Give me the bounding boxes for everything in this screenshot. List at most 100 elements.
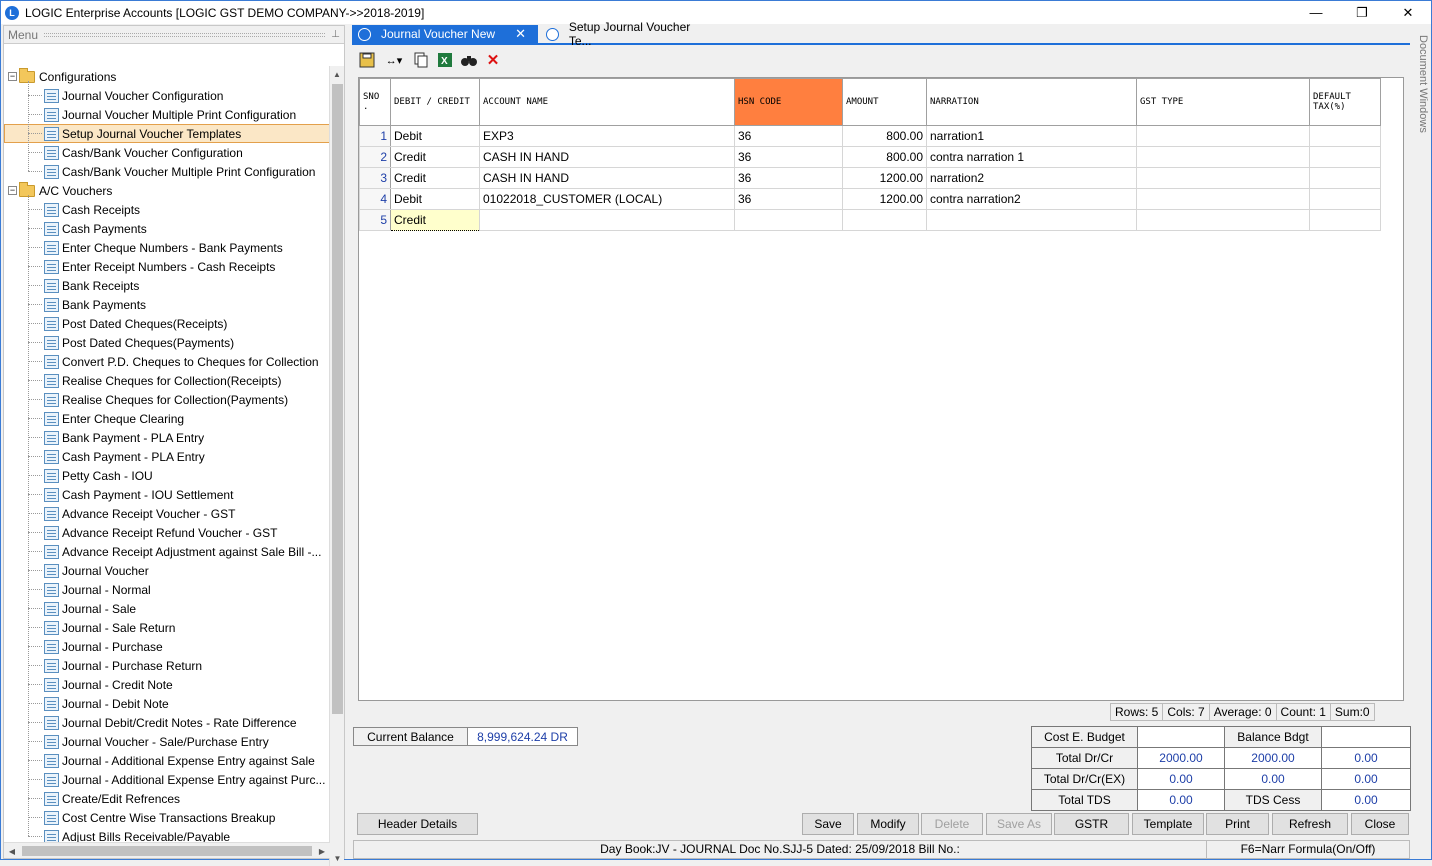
grid-row[interactable]: 4 Debit 01022018_CUSTOMER (LOCAL) 36 1200.00… — [359, 188, 1381, 210]
menu-item[interactable]: Journal Voucher Multiple Print Configura… — [44, 105, 296, 124]
col-header-amount[interactable]: AMOUNT — [842, 78, 927, 126]
header-details-button[interactable]: Header Details — [357, 813, 478, 835]
cell-narration[interactable] — [926, 209, 1137, 231]
cell-gst[interactable] — [1136, 188, 1310, 210]
find-icon[interactable] — [460, 51, 478, 69]
grid-row[interactable]: 2 Credit CASH IN HAND 36 800.00 contra narrat… — [359, 146, 1381, 168]
cell-dc[interactable]: Debit — [390, 125, 480, 147]
cell-dc[interactable]: Credit — [390, 167, 480, 189]
col-header-debit-credit[interactable]: DEBIT / CREDIT — [390, 78, 480, 126]
save-button[interactable]: Save — [802, 813, 854, 835]
menu-item[interactable]: Journal - Credit Note — [44, 675, 173, 694]
menu-item[interactable]: Journal - Sale Return — [44, 618, 175, 637]
cell-narration[interactable]: contra narration 1 — [926, 146, 1137, 168]
menu-item[interactable]: Post Dated Cheques(Receipts) — [44, 314, 227, 333]
menu-item[interactable]: Advance Receipt Voucher - GST — [44, 504, 235, 523]
save-as-button[interactable]: Save As — [986, 813, 1052, 835]
col-header-gst-type[interactable]: GST TYPE — [1136, 78, 1310, 126]
scroll-right-icon[interactable]: ▶ — [314, 843, 330, 859]
menu-item[interactable]: Cost Centre Wise Transactions Breakup — [44, 808, 275, 827]
menu-item[interactable]: Enter Cheque Clearing — [44, 409, 184, 428]
col-header-sno[interactable]: SNO . — [359, 78, 391, 126]
cell-hsn[interactable]: 36 — [734, 146, 843, 168]
menu-item[interactable]: Journal - Additional Expense Entry again… — [44, 770, 325, 789]
menu-item[interactable]: Journal - Purchase — [44, 637, 163, 656]
grid-row[interactable]: 1 Debit EXP3 36 800.00 narration1 — [359, 125, 1381, 147]
menu-item[interactable]: Post Dated Cheques(Payments) — [44, 333, 234, 352]
menu-item[interactable]: Bank Payment - PLA Entry — [44, 428, 204, 447]
cell-amount[interactable]: 800.00 — [842, 146, 927, 168]
print-button[interactable]: Print — [1206, 813, 1269, 835]
cell-amount[interactable]: 1200.00 — [842, 167, 927, 189]
menu-item[interactable]: Cash Payment - IOU Settlement — [44, 485, 233, 504]
cell-tax[interactable] — [1309, 209, 1381, 231]
menu-item[interactable]: Journal - Additional Expense Entry again… — [44, 751, 315, 770]
menu-item[interactable]: Journal Voucher — [44, 561, 149, 580]
column-resize-icon[interactable]: ↔▾ — [382, 51, 406, 69]
menu-item[interactable]: Bank Receipts — [44, 276, 139, 295]
close-tab-icon[interactable]: ✕ — [515, 26, 526, 42]
gstr-button[interactable]: GSTR — [1054, 813, 1129, 835]
menu-group[interactable]: − A/C Vouchers — [8, 181, 112, 200]
scroll-down-icon[interactable]: ▼ — [330, 850, 345, 866]
grid-row[interactable]: 3 Credit CASH IN HAND 36 1200.00 narration2 — [359, 167, 1381, 189]
menu-item[interactable]: Journal - Sale — [44, 599, 136, 618]
pin-icon[interactable]: ⊥ — [331, 29, 340, 40]
cell-gst[interactable] — [1136, 146, 1310, 168]
scroll-thumb[interactable] — [332, 84, 343, 714]
hscroll-thumb[interactable] — [22, 846, 312, 856]
cell-hsn[interactable]: 36 — [734, 167, 843, 189]
cell-narration[interactable]: narration2 — [926, 167, 1137, 189]
menu-item[interactable]: Setup Journal Voucher Templates — [4, 124, 330, 143]
menu-item[interactable]: Journal Voucher - Sale/Purchase Entry — [44, 732, 269, 751]
menu-item[interactable]: Enter Cheque Numbers - Bank Payments — [44, 238, 283, 257]
menu-item[interactable]: Journal - Debit Note — [44, 694, 169, 713]
modify-button[interactable]: Modify — [857, 813, 919, 835]
menu-item[interactable]: Cash Payments — [44, 219, 147, 238]
voucher-grid[interactable]: SNO . DEBIT / CREDIT ACCOUNT NAME HSN CO… — [358, 77, 1404, 701]
menu-group[interactable]: − Configurations — [8, 67, 116, 86]
grid-row[interactable]: 5 Credit — [359, 209, 1381, 231]
menu-item[interactable]: Journal Voucher Configuration — [44, 86, 223, 105]
excel-export-icon[interactable]: X — [436, 51, 454, 69]
menu-item[interactable]: Cash Receipts — [44, 200, 140, 219]
cell-account[interactable] — [479, 209, 735, 231]
tab-setup-journal-voucher-templates[interactable]: Setup Journal Voucher Te... — [540, 20, 720, 48]
menu-item[interactable]: Create/Edit Refrences — [44, 789, 180, 808]
refresh-button[interactable]: Refresh — [1272, 813, 1348, 835]
menu-horizontal-scrollbar[interactable]: ◀ ▶ — [4, 842, 330, 858]
minimize-button[interactable]: — — [1293, 1, 1339, 24]
cell-tax[interactable] — [1309, 167, 1381, 189]
cell-hsn[interactable] — [734, 209, 843, 231]
cell-amount[interactable]: 1200.00 — [842, 188, 927, 210]
template-button[interactable]: Template — [1132, 813, 1204, 835]
col-header-account-name[interactable]: ACCOUNT NAME — [479, 78, 735, 126]
save-layout-icon[interactable] — [358, 51, 376, 69]
collapse-icon[interactable]: − — [8, 72, 17, 81]
tab-journal-voucher-new[interactable]: Journal Voucher New ✕ — [352, 25, 538, 43]
menu-item[interactable]: Petty Cash - IOU — [44, 466, 153, 485]
collapse-icon[interactable]: − — [8, 186, 17, 195]
menu-item[interactable]: Advance Receipt Adjustment against Sale … — [44, 542, 321, 561]
cell-tax[interactable] — [1309, 188, 1381, 210]
cell-hsn[interactable]: 36 — [734, 188, 843, 210]
close-button[interactable]: Close — [1351, 813, 1409, 835]
cell-tax[interactable] — [1309, 146, 1381, 168]
cell-account[interactable]: 01022018_CUSTOMER (LOCAL) — [479, 188, 735, 210]
cell-dc[interactable]: Debit — [390, 188, 480, 210]
cell-hsn[interactable]: 36 — [734, 125, 843, 147]
cell-account[interactable]: CASH IN HAND — [479, 146, 735, 168]
menu-item[interactable]: Journal Debit/Credit Notes - Rate Differ… — [44, 713, 297, 732]
menu-item[interactable]: Journal - Purchase Return — [44, 656, 202, 675]
cell-dc[interactable]: Credit — [390, 146, 480, 168]
menu-item[interactable]: Bank Payments — [44, 295, 146, 314]
delete-button[interactable]: Delete — [921, 813, 983, 835]
menu-item[interactable]: Realise Cheques for Collection(Payments) — [44, 390, 288, 409]
document-windows-panel[interactable]: Document Windows — [1415, 31, 1431, 151]
copy-icon[interactable] — [412, 51, 430, 69]
menu-item[interactable]: Journal - Normal — [44, 580, 151, 599]
col-header-default-tax[interactable]: DEFAULT TAX(%) — [1309, 78, 1381, 126]
cell-tax[interactable] — [1309, 125, 1381, 147]
scroll-left-icon[interactable]: ◀ — [4, 843, 20, 859]
menu-item[interactable]: Cash/Bank Voucher Multiple Print Configu… — [44, 162, 315, 181]
